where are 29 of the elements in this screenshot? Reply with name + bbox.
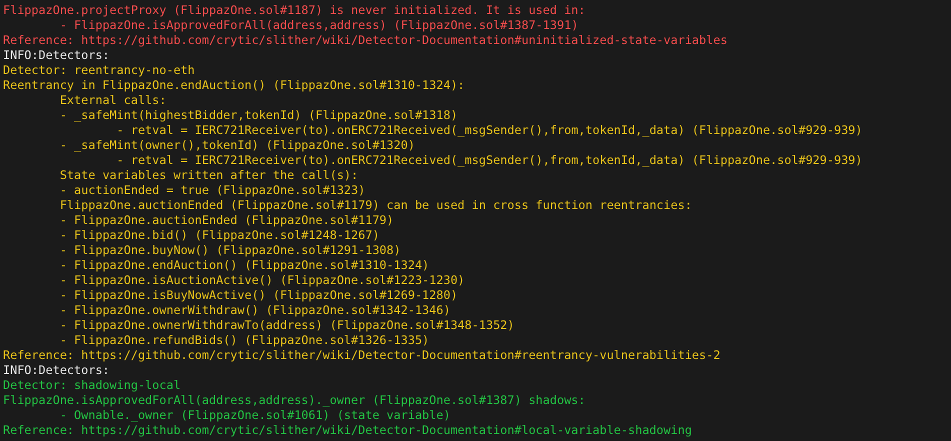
terminal-line: Reference: https://github.com/crytic/slither/wiki/Detector-Documentation#local-variable-shadowing <box>3 423 692 438</box>
terminal-line: Detector: shadowing-local <box>3 378 181 393</box>
terminal-line: Reentrancy in FlippazOne.endAuction() (FlippazOne.sol#1310-1324): <box>3 78 465 93</box>
terminal-line: Reference: https://github.com/crytic/slither/wiki/Detector-Documentation#uninitialized-state-variables <box>3 33 728 48</box>
terminal-line: - retval = IERC721Receiver(to).onERC721Received(_msgSender(),from,tokenId,_data) (FlippazOne.sol#929-939) <box>116 123 862 138</box>
terminal-line: - _safeMint(highestBidder,tokenId) (FlippazOne.sol#1318) <box>58 108 458 123</box>
terminal-line: - retval = IERC721Receiver(to).onERC721Received(_msgSender(),from,tokenId,_data) (FlippazOne.sol#929-939) <box>116 153 862 168</box>
terminal-line: - FlippazOne.auctionEnded (FlippazOne.sol#1179) <box>58 213 394 228</box>
terminal-line: INFO:Detectors: <box>3 363 110 378</box>
terminal-line: Detector: reentrancy-no-eth <box>3 63 195 78</box>
terminal-line: - FlippazOne.isAuctionActive() (FlippazOne.sol#1223-1230) <box>58 273 465 288</box>
terminal-line: State variables written after the call(s): <box>58 168 358 183</box>
terminal-line: FlippazOne.isApprovedForAll(address,address)._owner (FlippazOne.sol#1387) shadows: <box>3 393 586 408</box>
terminal-line: - auctionEnded = true (FlippazOne.sol#1323) <box>58 183 366 198</box>
terminal-line: External calls: <box>58 93 166 108</box>
terminal-line: - FlippazOne.isBuyNowActive() (FlippazOne.sol#1269-1280) <box>58 288 458 303</box>
terminal-line: - FlippazOne.ownerWithdraw() (FlippazOne.sol#1342-1346) <box>58 303 450 318</box>
terminal-line: - FlippazOne.isApprovedForAll(address,address) (FlippazOne.sol#1387-1391) <box>58 18 578 33</box>
terminal-line: INFO:Detectors: <box>3 48 110 63</box>
terminal-line: - FlippazOne.bid() (FlippazOne.sol#1248-1267) <box>58 228 380 243</box>
terminal-line: - _safeMint(owner(),tokenId) (FlippazOne.sol#1320) <box>58 138 415 153</box>
terminal-line: - FlippazOne.ownerWithdrawTo(address) (FlippazOne.sol#1348-1352) <box>58 318 514 333</box>
terminal-line: FlippazOne.projectProxy (FlippazOne.sol#1187) is never initialized. It is used in: <box>3 3 586 18</box>
terminal-line: Reference: https://github.com/crytic/slither/wiki/Detector-Documentation#reentrancy-vulnerabilities-2 <box>3 348 720 363</box>
terminal-line: - Ownable._owner (FlippazOne.sol#1061) (state variable) <box>58 408 450 423</box>
terminal-line: - FlippazOne.refundBids() (FlippazOne.sol#1326-1335) <box>58 333 430 348</box>
terminal-line: FlippazOne.auctionEnded (FlippazOne.sol#1179) can be used in cross function reentrancies: <box>58 198 692 213</box>
terminal-line: - FlippazOne.buyNow() (FlippazOne.sol#1291-1308) <box>58 243 401 258</box>
terminal-line: - FlippazOne.endAuction() (FlippazOne.sol#1310-1324) <box>58 258 430 273</box>
